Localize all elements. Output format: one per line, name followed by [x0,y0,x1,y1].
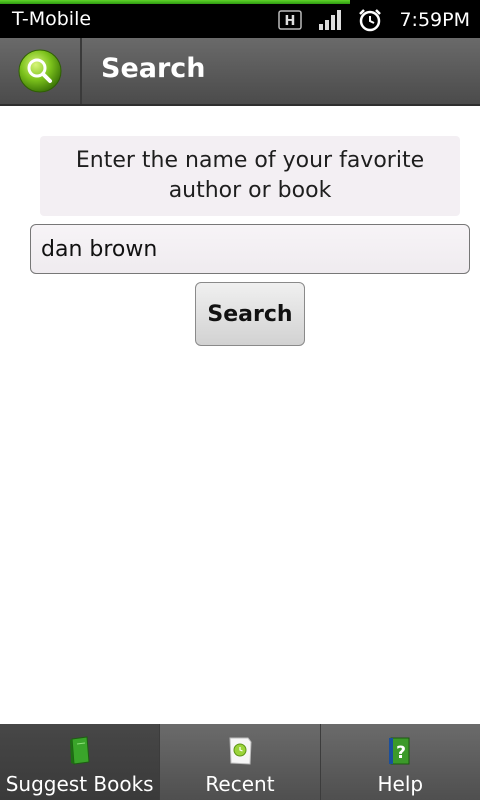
network-badge-text: H [285,14,296,29]
magnifier-logo-icon [18,49,62,93]
carrier-name: T-Mobile [12,8,92,30]
recent-note-icon [229,737,252,765]
clock: 7:59PM [399,9,470,31]
title-bar: Search [0,38,480,106]
tab-suggest-books[interactable]: Suggest Books [0,724,160,800]
svg-text:?: ? [396,743,406,763]
signal-bars-icon [317,8,343,32]
search-prompt: Enter the name of your favorite author o… [40,136,460,216]
search-prompt-text: Enter the name of your favorite author o… [75,148,425,203]
tab-suggest-books-label: Suggest Books [5,772,154,796]
search-input[interactable] [30,224,470,274]
alarm-clock-icon [357,7,383,33]
tab-help-label: Help [377,772,424,796]
phone-screen: T-Mobile H 7:59PM Search Enter the name … [0,0,480,800]
network-h-icon: H [277,8,303,32]
tab-help[interactable]: ? Help [319,724,480,800]
app-icon-slot[interactable] [0,38,82,104]
status-progress-bar [0,0,350,4]
page-title: Search [101,53,206,84]
tab-recent[interactable]: Recent [159,724,320,800]
status-bar: T-Mobile H 7:59PM [0,0,480,38]
help-book-icon: ? [389,737,410,765]
bottom-tab-bar: Suggest Books Recent ? Help [0,724,480,800]
tab-recent-label: Recent [205,772,275,796]
status-icons: H 7:59PM [277,6,470,34]
search-button[interactable]: Search [195,282,305,346]
green-book-icon [69,736,90,765]
